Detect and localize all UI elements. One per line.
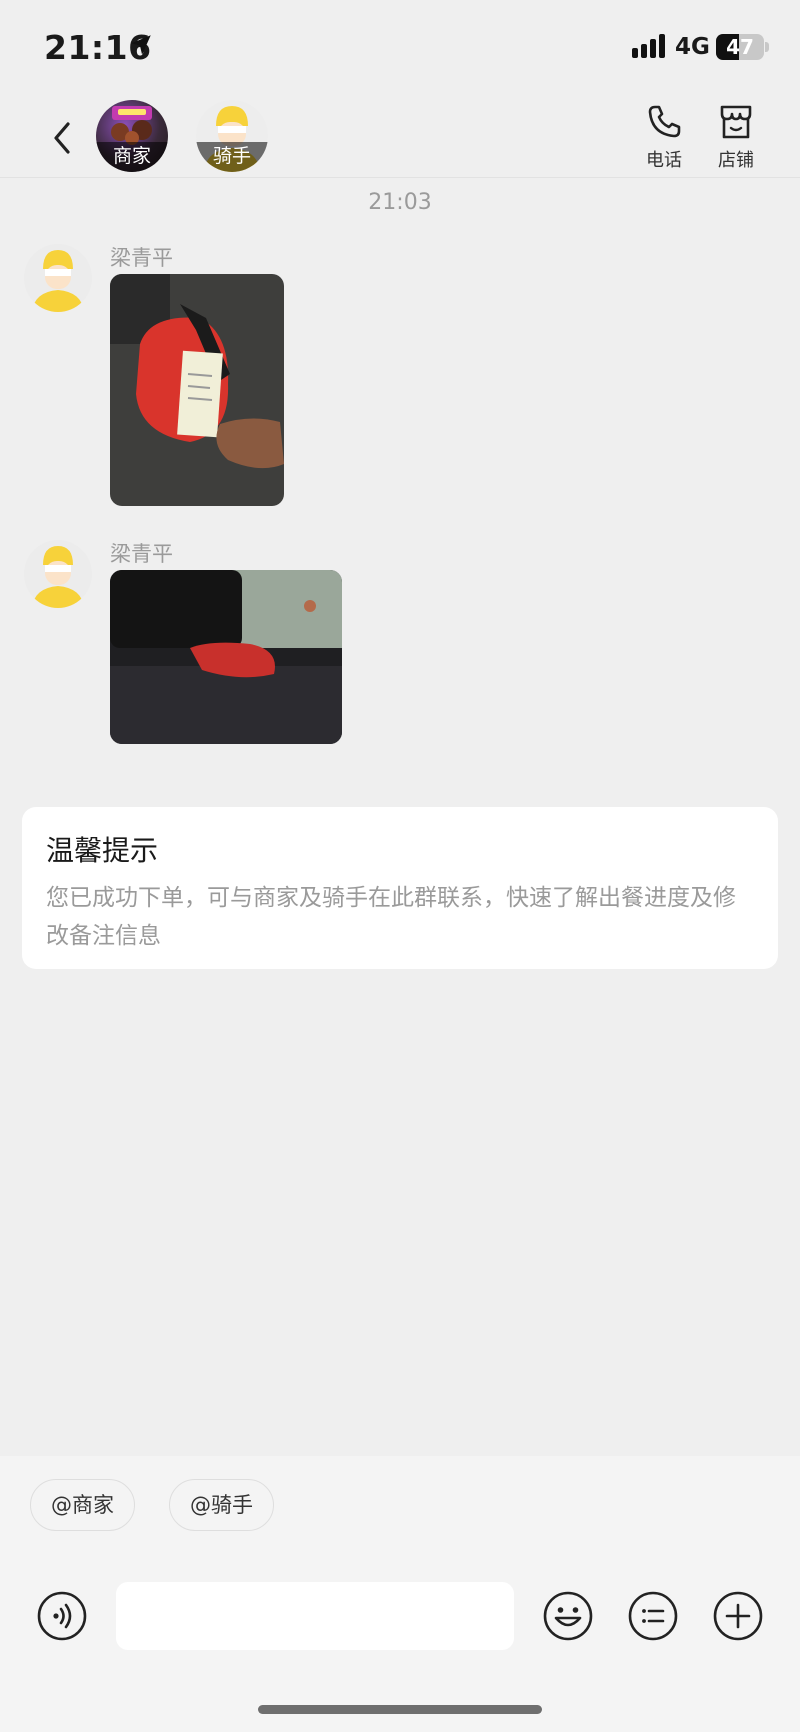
rider-face-icon	[32, 250, 84, 312]
message-input[interactable]	[116, 1582, 514, 1650]
status-bar: 21:16 4G 47	[0, 0, 800, 96]
rider-face-icon	[32, 546, 84, 608]
sender-name: 梁青平	[110, 542, 173, 566]
sender-name: 梁青平	[110, 246, 173, 270]
emoji-icon	[543, 1591, 593, 1641]
sender-avatar[interactable]	[24, 540, 92, 608]
quick-reply-button[interactable]	[627, 1590, 679, 1642]
phone-button[interactable]: 电话	[632, 102, 696, 172]
message-image[interactable]	[110, 570, 342, 744]
message-image[interactable]	[110, 274, 284, 506]
battery-level: 47	[726, 35, 754, 59]
chat-header: 商家 骑手 电话 店铺	[0, 96, 800, 178]
location-arrow-icon	[131, 35, 151, 55]
chevron-left-icon	[54, 122, 70, 154]
battery-cap	[765, 42, 769, 52]
back-button[interactable]	[44, 116, 80, 160]
phone-icon	[648, 105, 681, 138]
store-label: 店铺	[718, 150, 754, 171]
battery-icon: 47	[716, 34, 764, 60]
store-button[interactable]: 店铺	[704, 102, 768, 172]
sender-avatar[interactable]	[24, 244, 92, 312]
tip-card: 温馨提示 您已成功下单，可与商家及骑手在此群联系，快速了解出餐进度及修改备注信息	[22, 807, 778, 969]
signal-icon	[632, 34, 665, 58]
voice-button[interactable]	[36, 1590, 88, 1642]
message-timestamp: 21:03	[368, 190, 432, 215]
more-button[interactable]	[712, 1590, 764, 1642]
plus-icon	[713, 1591, 763, 1641]
merchant-label: 商家	[96, 142, 168, 172]
tip-title: 温馨提示	[46, 834, 159, 867]
phone-label: 电话	[646, 150, 682, 171]
rider-avatar[interactable]: 骑手	[196, 100, 268, 172]
tip-body: 您已成功下单，可与商家及骑手在此群联系，快速了解出餐进度及修改备注信息	[46, 885, 736, 949]
photo-delivery-location	[110, 570, 342, 744]
voice-icon	[37, 1591, 87, 1641]
list-icon	[628, 1591, 678, 1641]
rider-label: 骑手	[196, 142, 268, 172]
merchant-avatar[interactable]: 商家	[96, 100, 168, 172]
home-indicator	[258, 1705, 542, 1714]
mention-rider-button[interactable]: @骑手	[169, 1479, 274, 1531]
store-icon	[720, 105, 752, 139]
photo-delivery-bag	[110, 274, 284, 506]
mention-merchant-button[interactable]: @商家	[30, 1479, 135, 1531]
network-type: 4G	[675, 34, 710, 60]
emoji-button[interactable]	[542, 1590, 594, 1642]
